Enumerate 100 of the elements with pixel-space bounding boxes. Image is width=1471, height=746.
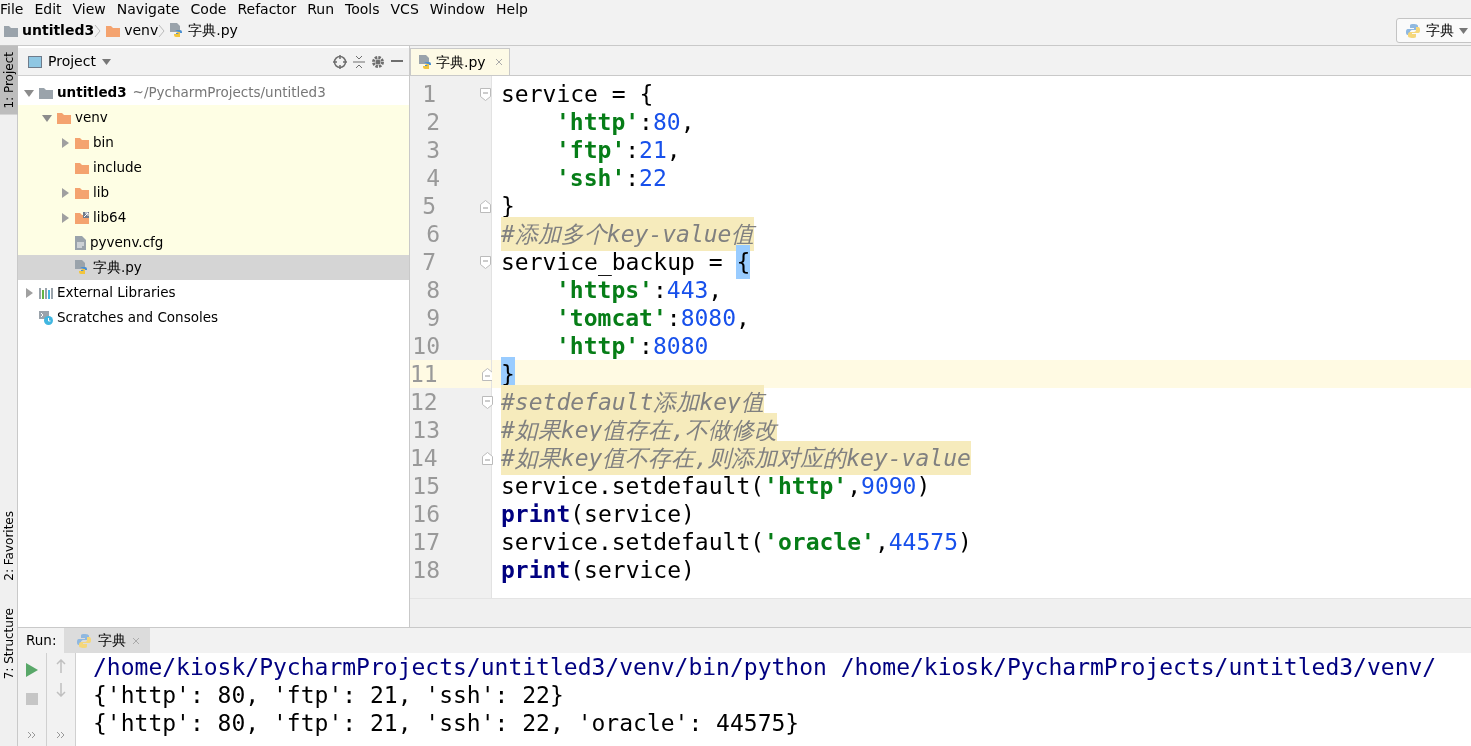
expanded-arrow-icon[interactable] <box>24 87 34 98</box>
fold-start-icon[interactable] <box>480 87 491 101</box>
editor-tab[interactable]: 字典.py <box>410 48 510 75</box>
down-arrow-icon <box>56 683 66 697</box>
close-icon <box>494 58 503 66</box>
play-icon <box>26 662 38 677</box>
code-line: service.setdefault('http',9090) <box>500 472 932 500</box>
folder-icon <box>75 136 89 149</box>
line-number: 8 <box>425 275 440 305</box>
code-line: 'ssh':22 <box>555 164 668 192</box>
menu-item[interactable]: Edit <box>34 2 73 16</box>
tree-item[interactable]: pyvenv.cfg <box>90 232 164 253</box>
code-line: print(service) <box>500 556 696 584</box>
menu-item[interactable]: Window <box>429 2 496 16</box>
tree-item[interactable]: 字典.py <box>93 257 142 278</box>
line-number: 1 <box>421 79 436 109</box>
tree-item[interactable]: External Libraries <box>57 282 176 303</box>
tree-item[interactable]: Scratches and Consoles <box>57 307 219 328</box>
tool-window-tab[interactable]: 7: Structure <box>0 602 18 686</box>
code-line: } <box>500 192 516 220</box>
menu-item[interactable]: View <box>72 2 117 16</box>
menu-item[interactable]: Help <box>496 2 539 16</box>
folder-icon <box>106 24 121 37</box>
code-line: 'tomcat':8080, <box>555 304 751 332</box>
python-file-icon <box>419 54 433 70</box>
fold-end-icon[interactable] <box>481 451 493 465</box>
locate-icon <box>333 54 347 69</box>
menu-item[interactable]: Code <box>190 2 238 16</box>
line-number: 12 <box>410 387 438 417</box>
tree-item[interactable]: lib <box>93 182 110 203</box>
stop-icon <box>26 693 38 705</box>
file-icon <box>75 235 86 250</box>
tree-item[interactable]: venv <box>75 107 108 128</box>
line-number: 14 <box>410 443 438 473</box>
folder-icon <box>75 186 89 199</box>
fold-end-icon[interactable] <box>481 367 493 381</box>
tool-window-tab[interactable]: 1: Project <box>0 46 18 115</box>
fold-start-icon[interactable] <box>480 255 491 269</box>
code-line: 'http':8080 <box>555 332 710 360</box>
panel-icon <box>28 55 42 68</box>
line-number: 3 <box>425 135 440 165</box>
code-line: service = { <box>500 80 655 108</box>
line-number: 13 <box>411 415 440 445</box>
chevron-icon <box>158 23 166 38</box>
breadcrumb-item[interactable]: untitled3 <box>22 20 95 41</box>
minimize-icon <box>391 60 403 63</box>
folder-icon <box>39 86 53 99</box>
line-number: 9 <box>425 303 440 333</box>
collapsed-arrow-icon[interactable] <box>24 287 34 298</box>
collapsed-arrow-icon[interactable] <box>60 187 70 198</box>
line-number: 2 <box>425 107 440 137</box>
tree-item[interactable]: lib64 <box>93 207 127 228</box>
scratch-console-icon <box>39 310 53 325</box>
console-line: {'http': 80, 'ftp': 21, 'ssh': 22} <box>93 682 564 708</box>
menu-item[interactable]: Run <box>307 2 346 16</box>
menu-item[interactable]: Navigate <box>116 2 191 16</box>
run-configuration-dropdown[interactable]: 字典 <box>1396 18 1471 43</box>
tree-item[interactable]: bin <box>93 132 114 153</box>
fold-start-icon[interactable] <box>481 395 493 409</box>
python-file-icon <box>170 23 185 38</box>
settings-icon <box>371 54 385 69</box>
close-icon <box>132 636 141 645</box>
menu-item[interactable]: File <box>0 2 35 16</box>
folder-icon <box>75 161 89 174</box>
panel-title[interactable]: Project <box>48 51 96 72</box>
more-icon <box>27 731 37 739</box>
breadcrumb-item[interactable]: 字典.py <box>188 20 238 41</box>
console-line: /home/kiosk/PycharmProjects/untitled3/venv/bin/python /home/kiosk/PycharmProjects/untitled3/venv/ <box>93 654 1437 680</box>
fold-end-icon[interactable] <box>480 199 491 213</box>
up-arrow-icon <box>56 659 66 673</box>
folder-icon <box>4 24 18 37</box>
menu-item[interactable]: Tools <box>345 2 391 16</box>
run-label: Run: <box>25 631 58 651</box>
line-number: 11 <box>410 359 438 389</box>
collapse-all-icon <box>353 54 365 69</box>
tree-item[interactable]: include <box>93 157 142 178</box>
run-tab[interactable]: 字典 <box>64 628 151 653</box>
console-line: {'http': 80, 'ftp': 21, 'ssh': 22, 'oracle': 44575} <box>93 710 800 736</box>
code-line: print(service) <box>500 500 696 528</box>
line-number: 7 <box>421 247 436 277</box>
line-number: 4 <box>425 163 440 193</box>
line-number: 15 <box>411 471 440 501</box>
python-icon <box>76 632 93 649</box>
line-number: 6 <box>425 219 440 249</box>
collapsed-arrow-icon[interactable] <box>60 137 70 148</box>
collapsed-arrow-icon[interactable] <box>60 212 70 223</box>
line-number: 17 <box>411 527 440 557</box>
expanded-arrow-icon[interactable] <box>42 112 52 123</box>
caret-icon <box>101 58 111 65</box>
tool-window-tab[interactable]: 2: Favorites <box>0 504 18 587</box>
code-line: 'ftp':21, <box>555 136 682 164</box>
tree-item-path: ~/PycharmProjects/untitled3 <box>132 83 326 103</box>
line-number: 10 <box>411 331 440 361</box>
python-file-icon <box>75 260 89 275</box>
menu-item[interactable]: VCS <box>390 2 430 16</box>
breadcrumb-item[interactable]: venv <box>124 20 159 41</box>
tree-item[interactable]: untitled3 <box>57 82 127 103</box>
library-icon <box>39 286 53 299</box>
python-icon <box>1405 22 1421 39</box>
menu-item[interactable]: Refactor <box>237 2 308 16</box>
